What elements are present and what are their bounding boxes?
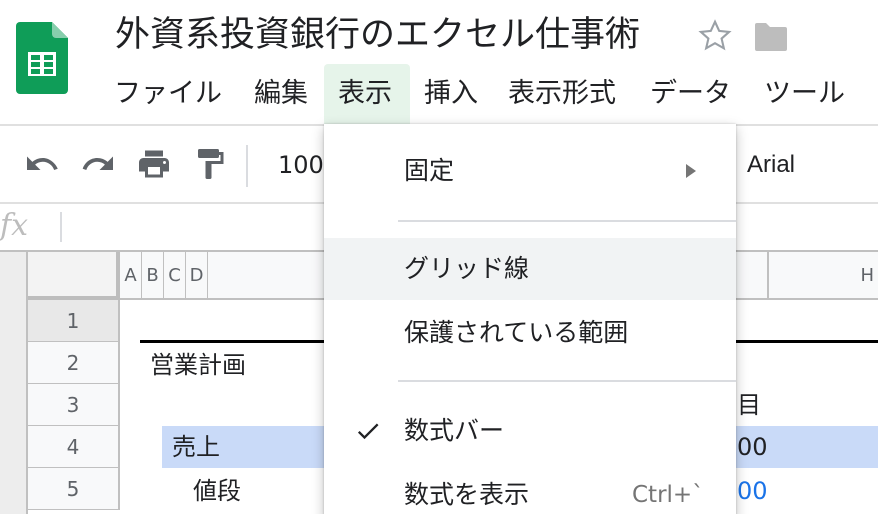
view-menu-item-label: 数式を表示 bbox=[404, 480, 530, 509]
fx-icon: fx bbox=[0, 208, 29, 243]
toolbar-separator bbox=[246, 145, 248, 187]
menu-data[interactable]: データ bbox=[636, 64, 745, 124]
select-all-corner[interactable] bbox=[28, 252, 120, 300]
folder-icon[interactable] bbox=[753, 21, 789, 53]
view-menu-item-label: 数式バー bbox=[404, 416, 505, 445]
row-header-1[interactable]: 1 bbox=[28, 300, 120, 342]
print-icon[interactable] bbox=[136, 146, 172, 182]
document-title[interactable]: 外資系投資銀行のエクセル仕事術 bbox=[115, 10, 640, 60]
view-menu-item-gridlines[interactable]: グリッド線 bbox=[324, 238, 736, 300]
cell-price[interactable]: 値段 bbox=[193, 472, 241, 510]
menu-bar: ファイル 編集 表示 挿入 表示形式 データ ツール bbox=[0, 64, 878, 124]
cell-sales-value[interactable]: 00 bbox=[737, 428, 768, 466]
view-menu-dropdown: 固定 グリッド線 保護されている範囲 数式バー 数式を表示 Ctrl+` bbox=[324, 124, 736, 514]
cell-plan[interactable]: 営業計画 bbox=[150, 346, 246, 384]
cell-price-value[interactable]: 00 bbox=[737, 472, 768, 510]
undo-icon[interactable] bbox=[24, 146, 60, 182]
submenu-arrow-icon bbox=[686, 164, 696, 178]
view-menu-item-label: 固定 bbox=[404, 156, 455, 185]
view-menu-item-show-formulas[interactable]: 数式を表示 Ctrl+` bbox=[324, 464, 736, 514]
menu-tools[interactable]: ツール bbox=[750, 64, 859, 124]
left-gutter bbox=[0, 252, 28, 514]
paint-format-icon[interactable] bbox=[192, 146, 228, 182]
row-header-3[interactable]: 3 bbox=[28, 384, 120, 426]
formula-bar-separator bbox=[60, 212, 62, 242]
menu-format[interactable]: 表示形式 bbox=[494, 64, 630, 124]
menu-view[interactable]: 表示 bbox=[324, 64, 410, 124]
menu-file[interactable]: ファイル bbox=[100, 64, 236, 124]
column-header-d[interactable]: D bbox=[186, 252, 208, 300]
view-menu-item-formula-bar[interactable]: 数式バー bbox=[324, 400, 736, 462]
font-select[interactable]: Arial bbox=[747, 148, 795, 182]
star-icon[interactable] bbox=[697, 18, 733, 54]
view-menu-item-freeze[interactable]: 固定 bbox=[324, 140, 736, 202]
cell-header-partial[interactable]: 目 bbox=[737, 386, 761, 424]
zoom-select[interactable]: 100% bbox=[278, 148, 323, 182]
row-header-4[interactable]: 4 bbox=[28, 426, 120, 468]
row-header-5[interactable]: 5 bbox=[28, 468, 120, 510]
column-header-b[interactable]: B bbox=[142, 252, 164, 300]
menu-insert[interactable]: 挿入 bbox=[410, 64, 492, 124]
row-header-2[interactable]: 2 bbox=[28, 342, 120, 384]
column-header-c[interactable]: C bbox=[164, 252, 186, 300]
menu-edit[interactable]: 編集 bbox=[240, 64, 322, 124]
column-header-h[interactable]: H bbox=[768, 252, 878, 300]
view-menu-item-label: 保護されている範囲 bbox=[404, 318, 629, 347]
check-icon bbox=[357, 423, 379, 440]
keyboard-shortcut: Ctrl+` bbox=[632, 482, 704, 508]
redo-icon[interactable] bbox=[80, 146, 116, 182]
menu-separator bbox=[398, 220, 736, 222]
column-header-a[interactable]: A bbox=[120, 252, 142, 300]
menu-separator bbox=[398, 380, 736, 382]
cell-sales[interactable]: 売上 bbox=[172, 428, 220, 466]
view-menu-item-protected-ranges[interactable]: 保護されている範囲 bbox=[324, 302, 736, 364]
view-menu-item-label: グリッド線 bbox=[404, 254, 530, 283]
